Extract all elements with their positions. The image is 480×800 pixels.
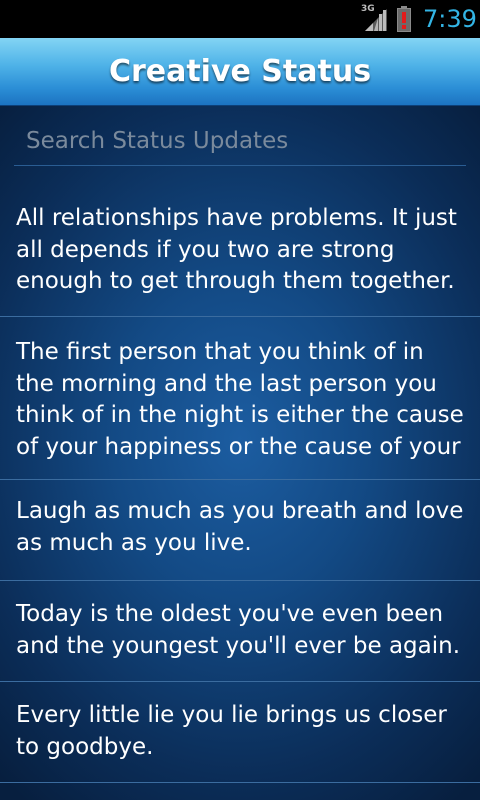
status-list-item[interactable]: Every little lie you lie brings us close… [0, 682, 480, 782]
app-header: Creative Status [0, 38, 480, 106]
status-text: All relationships have problems. It just… [16, 205, 457, 294]
main-content: All relationships have problems. It just… [0, 106, 480, 800]
status-list-item[interactable]: All relationships have problems. It just… [0, 190, 480, 316]
status-text: Every little lie you lie brings us close… [16, 702, 447, 760]
list-divider [0, 782, 480, 783]
app-title: Creative Status [108, 54, 372, 89]
battery-alert-icon [397, 6, 411, 32]
status-list-item[interactable]: Laugh as much as you breath and love as … [0, 480, 480, 580]
clock-time: 7:39 [423, 5, 477, 33]
status-bar: 3G 7:39 [0, 0, 480, 38]
status-text: Today is the oldest you've even been and… [16, 601, 461, 659]
signal-icon [365, 9, 387, 31]
status-list-item[interactable]: Today is the oldest you've even been and… [0, 581, 480, 681]
search-input[interactable] [14, 118, 466, 164]
status-text: The first person that you think of in th… [16, 339, 464, 460]
status-list-item[interactable]: The first person that you think of in th… [0, 317, 480, 479]
search-bar [14, 118, 466, 166]
status-text: Laugh as much as you breath and love as … [16, 498, 464, 556]
status-list: All relationships have problems. It just… [0, 190, 480, 783]
